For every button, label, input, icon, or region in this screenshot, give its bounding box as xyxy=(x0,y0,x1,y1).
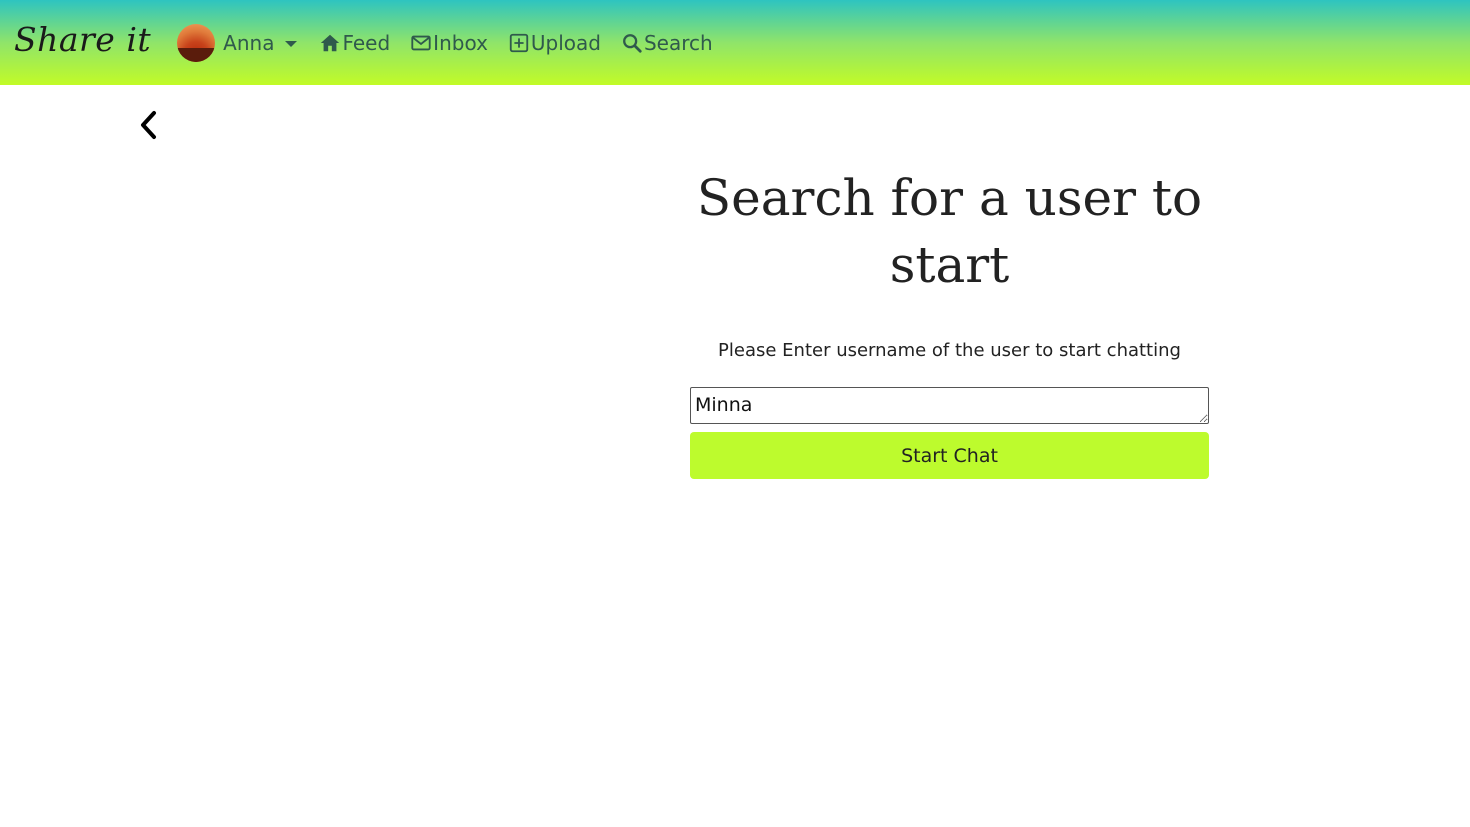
envelope-icon xyxy=(411,35,431,50)
nav-link-inbox-label: Inbox xyxy=(433,30,488,55)
plus-square-icon xyxy=(509,33,529,52)
nav-link-feed-label: Feed xyxy=(342,30,391,55)
start-chat-button[interactable]: Start Chat xyxy=(690,432,1209,479)
chevron-left-icon xyxy=(141,111,156,139)
avatar xyxy=(177,23,216,62)
nav-link-search-label: Search xyxy=(643,30,713,55)
caret-down-icon xyxy=(285,40,298,47)
back-button[interactable] xyxy=(137,108,163,142)
username-input[interactable]: Minna xyxy=(690,387,1209,424)
search-icon xyxy=(623,33,642,53)
nav-link-upload-label: Upload xyxy=(530,30,601,55)
nav-link-search[interactable]: Search xyxy=(621,31,713,55)
user-dropdown[interactable]: Anna xyxy=(177,23,298,62)
instruction-text: Please Enter username of the user to sta… xyxy=(718,340,1181,361)
nav-link-inbox[interactable]: Inbox xyxy=(410,31,488,55)
nav-link-feed[interactable]: Feed xyxy=(319,31,390,55)
page-title: Search for a user to start xyxy=(696,169,1203,294)
home-icon xyxy=(321,34,340,51)
nav-link-upload[interactable]: Upload xyxy=(508,31,601,55)
top-navbar: Share it Anna Feed Inbox Upload Search xyxy=(0,0,1470,85)
brand-logo[interactable]: Share it xyxy=(14,20,151,59)
user-name: Anna xyxy=(223,30,275,55)
